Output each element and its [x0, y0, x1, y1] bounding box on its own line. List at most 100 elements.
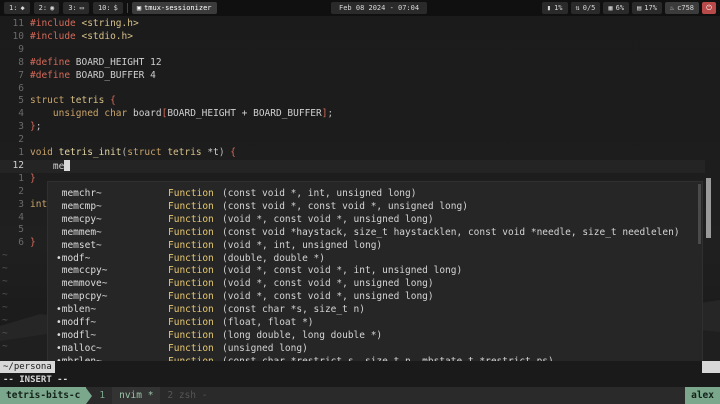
code-text: struct tetris { — [30, 95, 116, 108]
workspace-number: 3: — [68, 4, 77, 12]
completion-menu[interactable]: memchr~ Function (const void *, int, unsig… — [47, 181, 703, 361]
code-text: } — [30, 173, 36, 186]
line-number: 5 — [18, 95, 24, 107]
tray-item[interactable]: ▦ 6% — [603, 2, 630, 14]
completion-signature: (unsigned long) — [222, 342, 308, 354]
code-token: } — [30, 237, 36, 249]
completion-kind: Function — [168, 329, 214, 341]
mode-indicator: -- INSERT -- — [3, 375, 69, 385]
nvim-editor[interactable]: 11 #include <string.h> 10 #include <stdio.h… — [0, 16, 720, 361]
code-token: #define — [30, 69, 76, 81]
workspace-number: 1: — [9, 4, 18, 12]
tmux-window[interactable]: nvim * — [112, 387, 161, 404]
code-token: <string.h> — [81, 18, 139, 29]
current-code-line[interactable]: 12 me — [0, 159, 705, 173]
completion-signature: (const void *haystack, size_t haystackle… — [222, 226, 680, 238]
active-window-label: tmux-sessionizer — [144, 4, 212, 12]
tray-value: 6% — [615, 4, 625, 12]
code-token: struct — [127, 147, 168, 158]
workspace-1[interactable]: 1: ◆ — [4, 2, 30, 14]
code-token: board — [132, 108, 162, 120]
workspace-icon: $ — [113, 4, 118, 12]
completion-item[interactable]: mempcpy~ Function (void *, const void *, u… — [48, 291, 704, 304]
tmux-window[interactable]: 2 zsh - — [160, 387, 214, 404]
code-line[interactable]: 4 unsigned char board[BOARD_HEIGHT + BOA… — [0, 108, 705, 121]
completion-item[interactable]: memccpy~ Function (void *, const void *, i… — [48, 265, 704, 278]
tmux-session-name[interactable]: tetris-bits-c — [0, 387, 87, 404]
code-line[interactable]: 9 — [0, 44, 705, 57]
completion-word: •modf~ — [56, 252, 91, 264]
code-line[interactable]: 6 — [0, 83, 705, 96]
status-line: ~/persona — [0, 361, 720, 373]
tmux-window[interactable]: 1 — [92, 387, 112, 404]
completion-signature: (double, double *) — [222, 252, 325, 264]
line-number: 10 — [12, 30, 24, 42]
workspace-icon: ◉ — [50, 4, 55, 12]
code-token: int — [30, 198, 48, 210]
line-number: 4 — [18, 211, 24, 223]
tilde-marker: ~ — [2, 263, 8, 275]
clock[interactable]: Feb 08 2024 - 07:04 — [331, 2, 428, 14]
code-line[interactable]: 10 #include <stdio.h> — [0, 31, 705, 44]
tray-item[interactable]: ♨ c758 — [664, 2, 699, 14]
code-line[interactable]: 11 #include <string.h> — [0, 18, 705, 31]
workspace-3[interactable]: 3: ▭ — [63, 2, 89, 14]
workspace-2[interactable]: 2: ◉ — [33, 2, 60, 14]
divider — [126, 3, 128, 13]
code-line[interactable]: 3}; — [0, 121, 705, 134]
code-line[interactable]: 7 #define BOARD_BUFFER 4 — [0, 70, 705, 83]
code-line[interactable]: 5 struct tetris { — [0, 95, 705, 108]
code-token: BOARD_BUFFER 4 — [75, 69, 156, 81]
active-window-title[interactable]: ▣ tmux-sessionizer — [131, 2, 217, 14]
power-icon[interactable]: ⏻ — [702, 2, 716, 14]
tray-item[interactable]: ▤ 17% — [632, 2, 662, 14]
code-line[interactable]: 8 #define BOARD_HEIGHT 12 — [0, 57, 705, 70]
code-token: me — [30, 160, 65, 172]
completion-item[interactable]: memcpy~ Function (void *, const void *, un… — [48, 214, 704, 227]
editor-scrollbar[interactable] — [706, 178, 711, 238]
completion-signature: (long double, long double *) — [222, 329, 383, 341]
system-tray: ▮ 1% ⇅ 0/5 ▦ 6% ▤ 17% ♨ c758 ⏻ — [541, 2, 716, 14]
completion-signature: (void *, const void *, unsigned long) — [222, 213, 434, 225]
workspace-4[interactable]: 10: $ — [92, 2, 123, 14]
line-number: 2 — [18, 185, 24, 197]
line-number: 11 — [12, 18, 24, 29]
completion-kind: Function — [168, 304, 214, 316]
tray-item[interactable]: ⇅ 0/5 — [570, 2, 601, 14]
code-text: void tetris_init(struct tetris *t) { — [30, 147, 236, 160]
line-number: 8 — [18, 56, 24, 68]
completion-word: memmem~ — [56, 226, 102, 238]
completion-item[interactable]: memmem~ Function (const void *haystack, si… — [48, 227, 704, 240]
completion-item[interactable]: memcmp~ Function (const void *, const void… — [48, 201, 704, 214]
completion-item[interactable]: memchr~ Function (const void *, int, unsig… — [48, 188, 704, 201]
completion-signature: (const void *, const void *, unsigned lo… — [222, 200, 468, 212]
code-token: ) — [218, 147, 231, 158]
completion-signature: (const char *s, size_t n) — [222, 304, 365, 316]
tray-item[interactable]: ▮ 1% — [541, 2, 568, 14]
workspace-number: 2: — [38, 4, 48, 12]
completion-item[interactable]: •malloc~ Function (unsigned long) — [48, 343, 704, 356]
completion-kind: Function — [168, 213, 214, 225]
tray-icon: ▮ — [546, 4, 552, 12]
completion-word: memccpy~ — [56, 265, 108, 277]
code-token: unsigned char — [52, 108, 133, 120]
tilde-marker: ~ — [2, 301, 8, 313]
code-text: #define BOARD_BUFFER 4 — [30, 70, 156, 83]
completion-scrollbar[interactable] — [698, 184, 701, 244]
completion-item[interactable]: •modff~ Function (float, float *) — [48, 317, 704, 330]
code-line[interactable]: 1 void tetris_init(struct tetris *t) { — [0, 147, 705, 160]
completion-kind: Function — [168, 200, 214, 212]
text-cursor — [64, 159, 71, 171]
code-line[interactable]: 2 — [0, 134, 705, 147]
completion-item[interactable]: memset~ Function (void *, int, unsigned lo… — [48, 240, 704, 253]
completion-item[interactable]: •mblen~ Function (const char *s, size_t n) — [48, 304, 704, 317]
completion-signature: (void *, const void *, int, unsigned lon… — [222, 265, 463, 277]
code-token: #define — [30, 56, 76, 68]
completion-word: memset~ — [56, 239, 102, 251]
code-token: { — [230, 147, 236, 158]
line-number: 9 — [18, 43, 24, 55]
completion-item[interactable]: memmove~ Function (void *, const void *, u… — [48, 278, 704, 291]
completion-word: mempcpy~ — [56, 291, 108, 303]
completion-item[interactable]: •modf~ Function (double, double *) — [48, 253, 704, 266]
completion-item[interactable]: •modfl~ Function (long double, long double… — [48, 330, 704, 343]
